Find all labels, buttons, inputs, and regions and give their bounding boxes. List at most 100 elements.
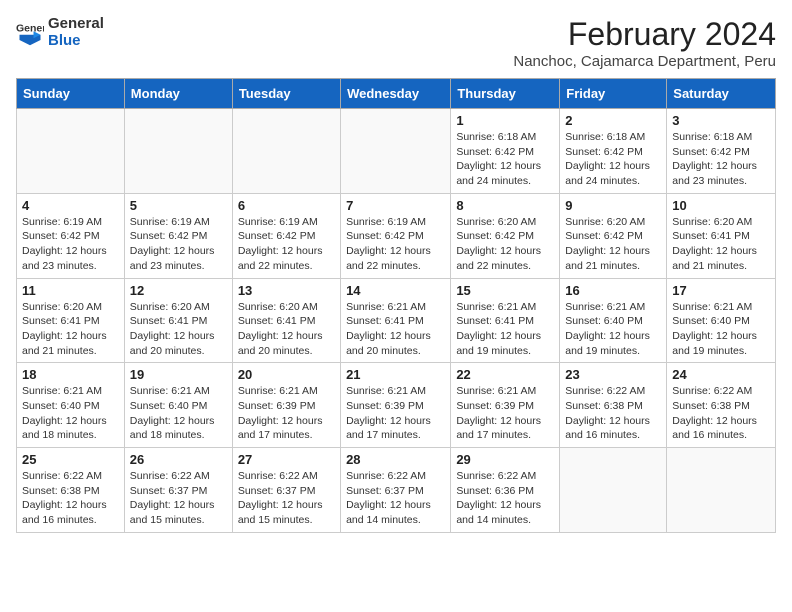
- day-number: 13: [238, 283, 335, 298]
- day-info: Sunrise: 6:20 AM Sunset: 6:41 PM Dayligh…: [130, 300, 227, 359]
- day-info: Sunrise: 6:22 AM Sunset: 6:38 PM Dayligh…: [565, 384, 661, 443]
- day-info: Sunrise: 6:18 AM Sunset: 6:42 PM Dayligh…: [672, 130, 770, 189]
- calendar-cell: 3 Sunrise: 6:18 AM Sunset: 6:42 PM Daylig…: [667, 109, 776, 194]
- calendar-cell: 7 Sunrise: 6:19 AM Sunset: 6:42 PM Daylig…: [341, 193, 451, 278]
- calendar-cell: 10 Sunrise: 6:20 AM Sunset: 6:41 PM Dayli…: [667, 193, 776, 278]
- day-info: Sunrise: 6:22 AM Sunset: 6:36 PM Dayligh…: [456, 469, 554, 528]
- calendar-cell: [341, 109, 451, 194]
- calendar-cell: 23 Sunrise: 6:22 AM Sunset: 6:38 PM Dayli…: [560, 363, 667, 448]
- day-info: Sunrise: 6:22 AM Sunset: 6:38 PM Dayligh…: [672, 384, 770, 443]
- day-info: Sunrise: 6:21 AM Sunset: 6:39 PM Dayligh…: [456, 384, 554, 443]
- day-number: 23: [565, 367, 661, 382]
- calendar-cell: 27Sunrise: 6:22 AM Sunset: 6:37 PM Dayli…: [232, 448, 340, 533]
- calendar-cell: [667, 448, 776, 533]
- day-number: 26: [130, 452, 227, 467]
- day-info: Sunrise: 6:20 AM Sunset: 6:41 PM Dayligh…: [672, 215, 770, 274]
- calendar-cell: 22Sunrise: 6:21 AM Sunset: 6:39 PM Dayli…: [451, 363, 560, 448]
- svg-text:General: General: [16, 22, 44, 34]
- day-number: 4: [22, 198, 119, 213]
- calendar-cell: 5 Sunrise: 6:19 AM Sunset: 6:42 PM Daylig…: [124, 193, 232, 278]
- day-number: 1: [456, 113, 554, 128]
- calendar-week-row: 18 Sunrise: 6:21 AM Sunset: 6:40 PM Dayli…: [17, 363, 776, 448]
- calendar-cell: 26 Sunrise: 6:22 AM Sunset: 6:37 PM Dayli…: [124, 448, 232, 533]
- logo-general: General: [48, 15, 104, 32]
- day-info: Sunrise: 6:20 AM Sunset: 6:41 PM Dayligh…: [238, 300, 335, 359]
- day-number: 28: [346, 452, 445, 467]
- day-info: Sunrise: 6:18 AM Sunset: 6:42 PM Dayligh…: [565, 130, 661, 189]
- calendar-cell: 20Sunrise: 6:21 AM Sunset: 6:39 PM Dayli…: [232, 363, 340, 448]
- calendar-cell: 13 Sunrise: 6:20 AM Sunset: 6:41 PM Dayli…: [232, 278, 340, 363]
- calendar-cell: 2Sunrise: 6:18 AM Sunset: 6:42 PM Daylig…: [560, 109, 667, 194]
- logo-icon: General: [16, 19, 44, 47]
- day-number: 16: [565, 283, 661, 298]
- calendar-cell: 19Sunrise: 6:21 AM Sunset: 6:40 PM Dayli…: [124, 363, 232, 448]
- calendar-cell: [17, 109, 125, 194]
- day-number: 3: [672, 113, 770, 128]
- day-info: Sunrise: 6:21 AM Sunset: 6:40 PM Dayligh…: [672, 300, 770, 359]
- day-number: 7: [346, 198, 445, 213]
- day-header-monday: Monday: [124, 79, 232, 109]
- calendar-week-row: 11 Sunrise: 6:20 AM Sunset: 6:41 PM Dayli…: [17, 278, 776, 363]
- day-number: 15: [456, 283, 554, 298]
- calendar-cell: [124, 109, 232, 194]
- calendar-cell: 21Sunrise: 6:21 AM Sunset: 6:39 PM Dayli…: [341, 363, 451, 448]
- title-block: February 2024 Nanchoc, Cajamarca Departm…: [513, 16, 776, 70]
- calendar-cell: [560, 448, 667, 533]
- day-number: 14: [346, 283, 445, 298]
- day-number: 6: [238, 198, 335, 213]
- day-info: Sunrise: 6:21 AM Sunset: 6:39 PM Dayligh…: [346, 384, 445, 443]
- day-info: Sunrise: 6:22 AM Sunset: 6:37 PM Dayligh…: [346, 469, 445, 528]
- day-info: Sunrise: 6:21 AM Sunset: 6:40 PM Dayligh…: [22, 384, 119, 443]
- calendar-cell: 29 Sunrise: 6:22 AM Sunset: 6:36 PM Dayli…: [451, 448, 560, 533]
- calendar-cell: [232, 109, 340, 194]
- calendar-cell: 17Sunrise: 6:21 AM Sunset: 6:40 PM Dayli…: [667, 278, 776, 363]
- day-info: Sunrise: 6:19 AM Sunset: 6:42 PM Dayligh…: [238, 215, 335, 274]
- calendar-cell: 9 Sunrise: 6:20 AM Sunset: 6:42 PM Daylig…: [560, 193, 667, 278]
- day-header-tuesday: Tuesday: [232, 79, 340, 109]
- day-header-saturday: Saturday: [667, 79, 776, 109]
- day-number: 11: [22, 283, 119, 298]
- calendar-cell: 1Sunrise: 6:18 AM Sunset: 6:42 PM Daylig…: [451, 109, 560, 194]
- day-header-sunday: Sunday: [17, 79, 125, 109]
- day-info: Sunrise: 6:21 AM Sunset: 6:39 PM Dayligh…: [238, 384, 335, 443]
- day-info: Sunrise: 6:21 AM Sunset: 6:41 PM Dayligh…: [456, 300, 554, 359]
- day-number: 5: [130, 198, 227, 213]
- logo-blue: Blue: [48, 32, 81, 49]
- calendar-header-row: SundayMondayTuesdayWednesdayThursdayFrid…: [17, 79, 776, 109]
- location-subtitle: Nanchoc, Cajamarca Department, Peru: [513, 53, 776, 70]
- day-header-thursday: Thursday: [451, 79, 560, 109]
- day-info: Sunrise: 6:21 AM Sunset: 6:40 PM Dayligh…: [565, 300, 661, 359]
- logo: General General Blue: [16, 16, 104, 49]
- calendar-cell: 28 Sunrise: 6:22 AM Sunset: 6:37 PM Dayli…: [341, 448, 451, 533]
- calendar-cell: 12Sunrise: 6:20 AM Sunset: 6:41 PM Dayli…: [124, 278, 232, 363]
- logo-text-block: General Blue: [48, 16, 104, 49]
- day-number: 27: [238, 452, 335, 467]
- calendar-cell: 18 Sunrise: 6:21 AM Sunset: 6:40 PM Dayli…: [17, 363, 125, 448]
- calendar-cell: 14 Sunrise: 6:21 AM Sunset: 6:41 PM Dayli…: [341, 278, 451, 363]
- day-number: 8: [456, 198, 554, 213]
- day-number: 19: [130, 367, 227, 382]
- calendar-cell: 16 Sunrise: 6:21 AM Sunset: 6:40 PM Dayli…: [560, 278, 667, 363]
- day-number: 9: [565, 198, 661, 213]
- calendar-week-row: 25Sunrise: 6:22 AM Sunset: 6:38 PM Dayli…: [17, 448, 776, 533]
- day-info: Sunrise: 6:21 AM Sunset: 6:41 PM Dayligh…: [346, 300, 445, 359]
- day-header-friday: Friday: [560, 79, 667, 109]
- month-title: February 2024: [513, 16, 776, 53]
- day-info: Sunrise: 6:19 AM Sunset: 6:42 PM Dayligh…: [130, 215, 227, 274]
- calendar-cell: 11Sunrise: 6:20 AM Sunset: 6:41 PM Dayli…: [17, 278, 125, 363]
- day-info: Sunrise: 6:19 AM Sunset: 6:42 PM Dayligh…: [22, 215, 119, 274]
- calendar-cell: 8Sunrise: 6:20 AM Sunset: 6:42 PM Daylig…: [451, 193, 560, 278]
- calendar-week-row: 1 Sunrise: 6:18 AM Sunset: 6:42 PM Daylig…: [17, 109, 776, 194]
- day-header-wednesday: Wednesday: [341, 79, 451, 109]
- calendar-table: SundayMondayTuesdayWednesdayThursdayFrid…: [16, 78, 776, 533]
- day-info: Sunrise: 6:20 AM Sunset: 6:42 PM Dayligh…: [565, 215, 661, 274]
- day-info: Sunrise: 6:22 AM Sunset: 6:37 PM Dayligh…: [130, 469, 227, 528]
- day-number: 10: [672, 198, 770, 213]
- day-number: 29: [456, 452, 554, 467]
- calendar-cell: 6 Sunrise: 6:19 AM Sunset: 6:42 PM Daylig…: [232, 193, 340, 278]
- calendar-cell: 15 Sunrise: 6:21 AM Sunset: 6:41 PM Dayli…: [451, 278, 560, 363]
- calendar-cell: 25Sunrise: 6:22 AM Sunset: 6:38 PM Dayli…: [17, 448, 125, 533]
- day-info: Sunrise: 6:19 AM Sunset: 6:42 PM Dayligh…: [346, 215, 445, 274]
- calendar-cell: 4 Sunrise: 6:19 AM Sunset: 6:42 PM Daylig…: [17, 193, 125, 278]
- day-number: 18: [22, 367, 119, 382]
